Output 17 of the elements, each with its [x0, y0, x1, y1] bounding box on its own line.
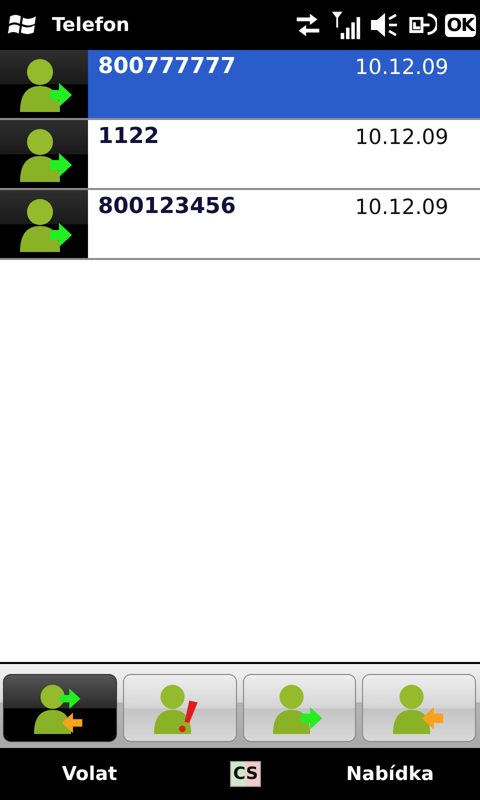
signal-strength-icon[interactable]	[330, 10, 361, 40]
filter-tab[interactable]	[3, 674, 117, 742]
input-mode-indicator[interactable]: CS	[230, 761, 262, 787]
call-log-item[interactable]: 800777777 10.12.09	[0, 50, 480, 120]
phone-number: 800123456	[98, 194, 237, 221]
call-log-item[interactable]: 1122 10.12.09	[0, 120, 480, 190]
ok-button[interactable]: OK	[444, 14, 476, 36]
call-date: 10.12.09	[355, 195, 449, 221]
phone-number: 800777777	[98, 54, 237, 81]
call-date: 10.12.09	[355, 55, 449, 81]
window-title: Telefon	[52, 14, 130, 36]
call-log-item[interactable]: 800123456 10.12.09	[0, 190, 480, 260]
call-softkey[interactable]: Volat	[62, 763, 118, 785]
menu-softkey[interactable]: Nabídka	[346, 763, 434, 785]
call-date: 10.12.09	[355, 125, 449, 151]
speaker-muted-icon[interactable]	[368, 10, 399, 40]
phone-number: 1122	[98, 124, 160, 151]
